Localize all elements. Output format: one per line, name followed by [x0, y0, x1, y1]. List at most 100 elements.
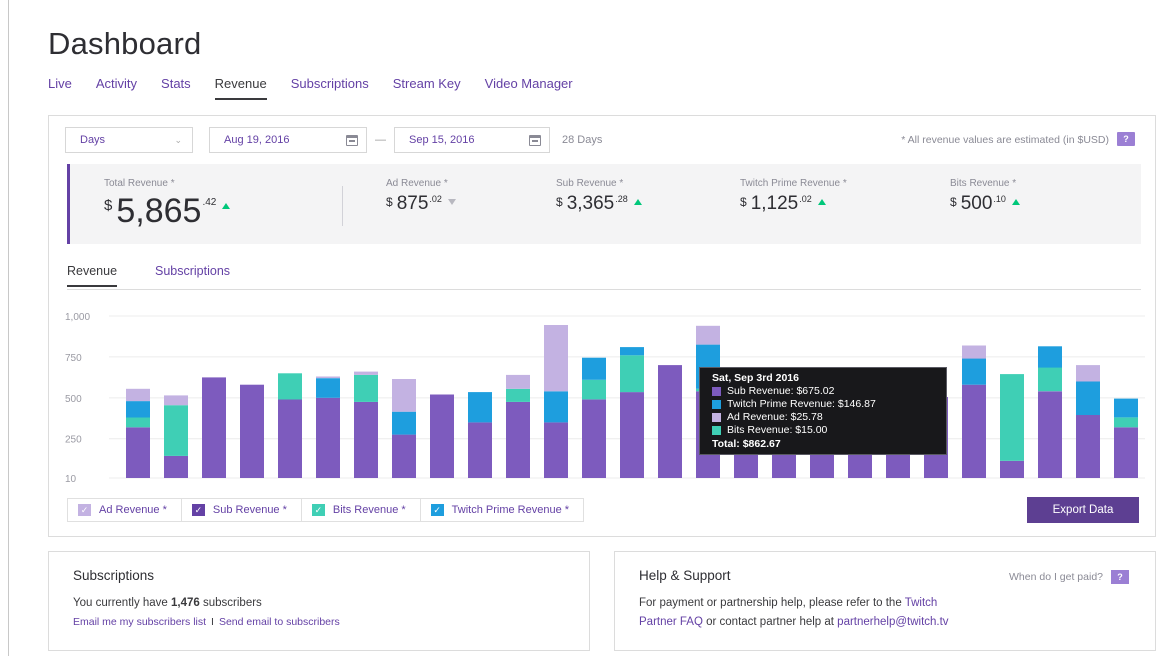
tooltip-title: Sat, Sep 3rd 2016 — [712, 372, 799, 384]
start-date-input[interactable]: Aug 19, 2016 — [209, 127, 367, 153]
checkbox-checked-icon[interactable]: ✓ — [311, 504, 325, 516]
bar-segment-sub[interactable] — [240, 384, 264, 478]
bar-segment-prime[interactable] — [392, 411, 416, 435]
calendar-icon[interactable] — [529, 134, 541, 146]
bar-segment-prime[interactable] — [1076, 381, 1100, 416]
bar-segment-ad[interactable] — [1076, 365, 1100, 382]
email-subscribers-list-link[interactable]: Email me my subscribers list — [73, 616, 206, 628]
bar-segment-bits[interactable] — [164, 405, 188, 456]
bar-segment-sub[interactable] — [164, 455, 188, 478]
bar-segment-sub[interactable] — [1038, 391, 1062, 478]
bar-segment-sub[interactable] — [506, 401, 530, 478]
checkbox-checked-icon[interactable]: ✓ — [78, 504, 91, 516]
partner-help-email-link[interactable]: partnerhelp@twitch.tv — [837, 616, 948, 628]
bar-segment-ad[interactable] — [544, 325, 568, 392]
prime-revenue-label: Twitch Prime Revenue * — [740, 178, 847, 189]
bar-segment-prime[interactable] — [962, 358, 986, 385]
bar-segment-prime[interactable] — [316, 378, 340, 398]
when-paid-link[interactable]: When do I get paid? — [1009, 571, 1103, 583]
bar-segment-sub[interactable] — [278, 399, 302, 479]
nav-video-manager[interactable]: Video Manager — [485, 76, 573, 100]
subscriber-count: 1,476 — [171, 597, 200, 609]
bar-segment-ad[interactable] — [392, 379, 416, 412]
nav-activity[interactable]: Activity — [96, 76, 137, 100]
bar-segment-sub[interactable] — [202, 377, 226, 478]
bar-segment-bits[interactable] — [354, 374, 378, 402]
bar-segment-sub[interactable] — [582, 399, 606, 479]
bar-segment-sub[interactable] — [658, 365, 682, 478]
nav-live[interactable]: Live — [48, 76, 72, 100]
bar-segment-sub[interactable] — [316, 397, 340, 478]
bar-segment-prime[interactable] — [1114, 398, 1138, 418]
bar-segment-sub[interactable] — [620, 392, 644, 478]
total-revenue-cents: .42 — [202, 197, 217, 208]
bar-segment-bits[interactable] — [1038, 367, 1062, 392]
checkbox-checked-icon[interactable]: ✓ — [430, 504, 444, 516]
subscriptions-card-title: Subscriptions — [73, 568, 155, 583]
legend-prime-revenue[interactable]: ✓ Twitch Prime Revenue * — [420, 499, 584, 521]
bar-segment-sub[interactable] — [1076, 415, 1100, 478]
tab-subscriptions[interactable]: Subscriptions — [155, 264, 230, 285]
bar-segment-prime[interactable] — [468, 392, 492, 423]
bar-segment-ad[interactable] — [126, 388, 150, 402]
bar-segment-sub[interactable] — [468, 422, 492, 478]
bar-segment-prime[interactable] — [620, 347, 644, 356]
bar-segment-bits[interactable] — [278, 373, 302, 400]
bar-segment-sub[interactable] — [1000, 460, 1024, 478]
bar-segment-prime[interactable] — [582, 357, 606, 380]
end-date-input[interactable]: Sep 15, 2016 — [394, 127, 550, 153]
bar-segment-sub[interactable] — [962, 384, 986, 478]
nav-stats[interactable]: Stats — [161, 76, 191, 100]
bar-segment-sub[interactable] — [126, 427, 150, 478]
bits-revenue-label: Bits Revenue * — [950, 178, 1017, 189]
help-icon[interactable]: ? — [1117, 132, 1135, 146]
checkbox-checked-icon[interactable]: ✓ — [191, 504, 205, 516]
calendar-icon[interactable] — [346, 134, 358, 146]
y-tick-label: 250 — [65, 435, 82, 446]
send-email-subscribers-link[interactable]: Send email to subscribers — [219, 616, 340, 628]
bar-segment-bits[interactable] — [582, 379, 606, 400]
prime-revenue-value: 1,125 — [750, 193, 799, 214]
bar-segment-bits[interactable] — [126, 417, 150, 428]
bar-segment-sub[interactable] — [1114, 427, 1138, 478]
currency-symbol: $ — [104, 197, 113, 214]
bar-segment-ad[interactable] — [506, 374, 530, 389]
currency-symbol: $ — [740, 195, 747, 209]
tab-revenue[interactable]: Revenue — [67, 264, 118, 287]
period-select[interactable]: Days ⌄ — [65, 127, 193, 153]
bar-segment-prime[interactable] — [1038, 346, 1062, 368]
bar-segment-sub[interactable] — [430, 394, 454, 479]
bar-segment-ad[interactable] — [164, 395, 188, 406]
bar-segment-ad[interactable] — [354, 371, 378, 375]
bar-segment-bits[interactable] — [1000, 374, 1024, 461]
bar-segment-ad[interactable] — [316, 376, 340, 379]
export-data-button[interactable]: Export Data — [1027, 497, 1139, 523]
legend-ad-revenue[interactable]: ✓ Ad Revenue * — [68, 499, 182, 521]
bar-segment-bits[interactable] — [1114, 417, 1138, 428]
help-icon[interactable]: ? — [1111, 570, 1129, 584]
y-tick-label: 500 — [65, 394, 82, 405]
twitch-link[interactable]: Twitch — [905, 597, 938, 609]
total-revenue-label: Total Revenue * — [104, 178, 175, 189]
partner-faq-link[interactable]: Partner FAQ — [639, 616, 703, 628]
tooltip-row: Bits Revenue: $15.00 — [712, 424, 934, 437]
bar-segment-ad[interactable] — [962, 345, 986, 359]
nav-revenue[interactable]: Revenue — [214, 76, 267, 100]
bar-segment-sub[interactable] — [392, 434, 416, 478]
bar-segment-sub[interactable] — [354, 401, 378, 478]
nav-subscriptions[interactable]: Subscriptions — [291, 76, 369, 100]
bar-segment-ad[interactable] — [696, 325, 720, 345]
legend-sub-revenue[interactable]: ✓ Sub Revenue * — [181, 499, 302, 521]
bar-segment-bits[interactable] — [620, 355, 644, 393]
revenue-panel: Days ⌄ Aug 19, 2016 — Sep 15, 2016 28 Da… — [48, 115, 1156, 537]
nav-stream-key[interactable]: Stream Key — [393, 76, 461, 100]
bar-segment-prime[interactable] — [544, 391, 568, 423]
help-support-card: Help & Support When do I get paid? ? For… — [614, 551, 1156, 651]
start-date-value: Aug 19, 2016 — [224, 134, 290, 146]
subscriber-count-text: You currently have 1,476 subscribers — [73, 594, 262, 613]
bar-segment-sub[interactable] — [544, 422, 568, 478]
bar-segment-prime[interactable] — [126, 401, 150, 418]
bar-segment-bits[interactable] — [506, 388, 530, 402]
bits-revenue-metric: Bits Revenue * $ 500 .10 — [950, 178, 1020, 215]
legend-bits-revenue[interactable]: ✓ Bits Revenue * — [301, 499, 421, 521]
